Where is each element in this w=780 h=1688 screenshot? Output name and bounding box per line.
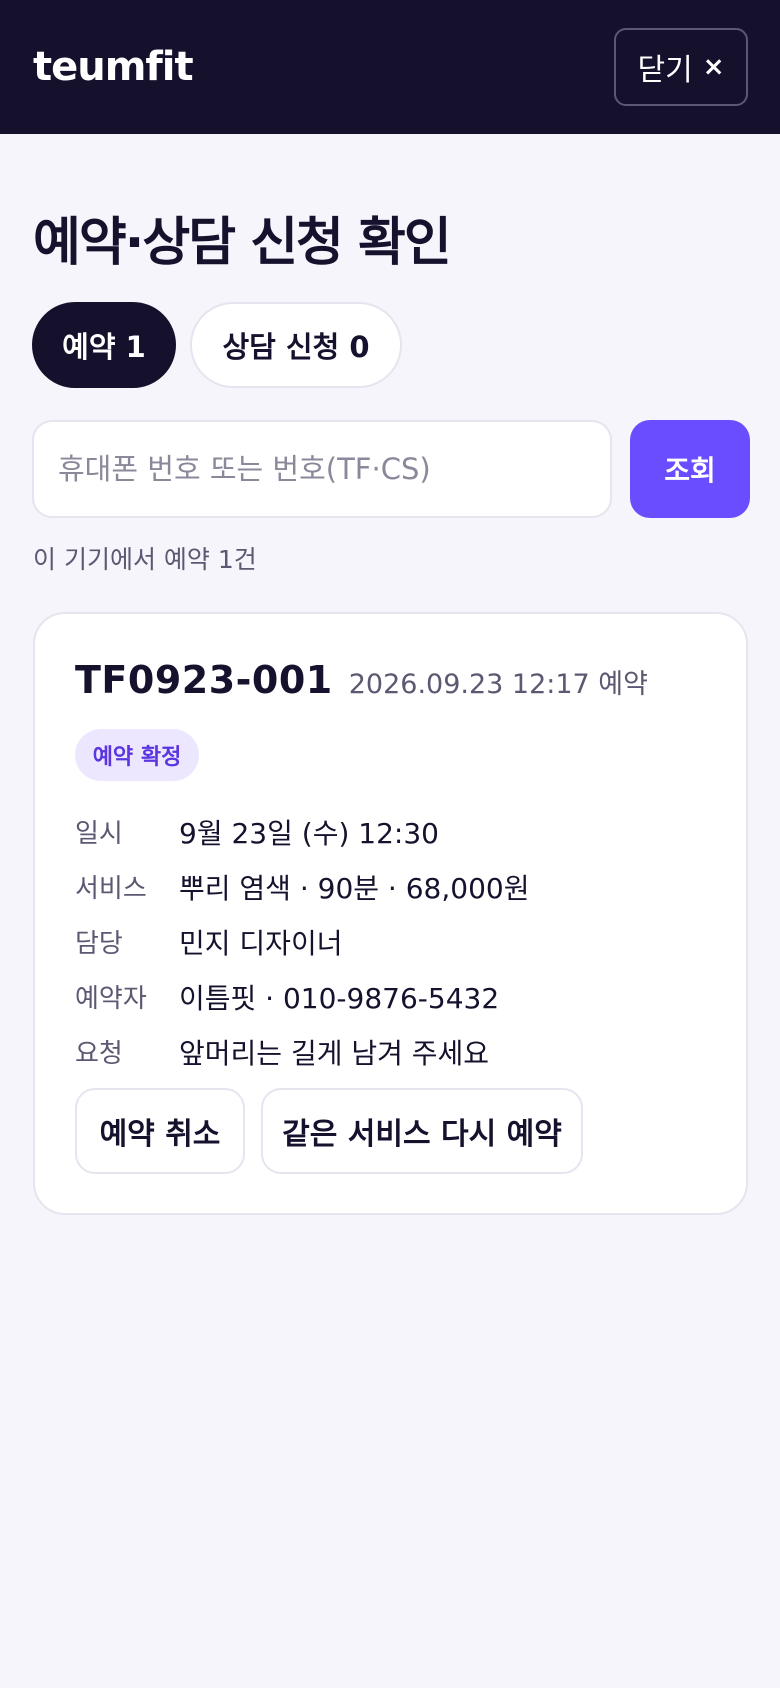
brand-logo[interactable]: teumfit: [33, 44, 194, 90]
detail-row-booker: 예약자 이틈핏 · 010-9876-5432: [75, 969, 529, 1024]
detail-value: 9월 23일 (수) 12:30: [179, 816, 439, 850]
search-row: 조회: [32, 420, 750, 518]
detail-label: 일시: [75, 819, 123, 849]
reservation-header: TF0923-001 2026.09.23 12:17 예약: [75, 658, 648, 702]
detail-row-staff: 담당 민지 디자이너: [75, 914, 529, 969]
detail-value: 뿌리 염색 · 90분 · 68,000원: [179, 871, 530, 905]
search-button[interactable]: 조회: [630, 420, 750, 518]
search-input[interactable]: [32, 420, 612, 518]
detail-value: 앞머리는 길게 남겨 주세요: [179, 1036, 490, 1070]
detail-label: 예약자: [75, 984, 147, 1014]
rebook-service-button[interactable]: 같은 서비스 다시 예약: [261, 1088, 583, 1174]
page-title: 예약·상담 신청 확인: [33, 213, 452, 273]
reservation-id: TF0923-001: [75, 658, 333, 702]
reservation-actions: 예약 취소 같은 서비스 다시 예약: [75, 1088, 583, 1174]
detail-value: 민지 디자이너: [179, 926, 343, 960]
detail-value: 이틈핏 · 010-9876-5432: [179, 981, 500, 1015]
tab-consultations[interactable]: 상담 신청 0: [190, 302, 402, 388]
detail-row-service: 서비스 뿌리 염색 · 90분 · 68,000원: [75, 859, 529, 914]
cancel-reservation-button[interactable]: 예약 취소: [75, 1088, 245, 1174]
reservation-created-time: 2026.09.23 12:17 예약: [348, 669, 648, 700]
detail-label: 담당: [75, 929, 123, 959]
status-badge: 예약 확정: [75, 729, 199, 781]
close-icon: ×: [702, 52, 725, 82]
tab-bar: 예약 1 상담 신청 0: [32, 302, 402, 388]
close-button[interactable]: 닫기 ×: [614, 28, 748, 106]
tab-reservations[interactable]: 예약 1: [32, 302, 176, 388]
detail-label: 서비스: [75, 874, 147, 904]
detail-label: 요청: [75, 1039, 123, 1069]
reservation-details: 일시 9월 23일 (수) 12:30 서비스 뿌리 염색 · 90분 · 68…: [75, 804, 529, 1079]
app-header: teumfit 닫기 ×: [0, 0, 780, 134]
close-label: 닫기: [637, 53, 693, 88]
reservation-count-text: 이 기기에서 예약 1건: [33, 545, 257, 574]
detail-row-datetime: 일시 9월 23일 (수) 12:30: [75, 804, 529, 859]
detail-row-request: 요청 앞머리는 길게 남겨 주세요: [75, 1024, 529, 1079]
reservation-card: TF0923-001 2026.09.23 12:17 예약 예약 확정 일시 …: [33, 612, 748, 1215]
